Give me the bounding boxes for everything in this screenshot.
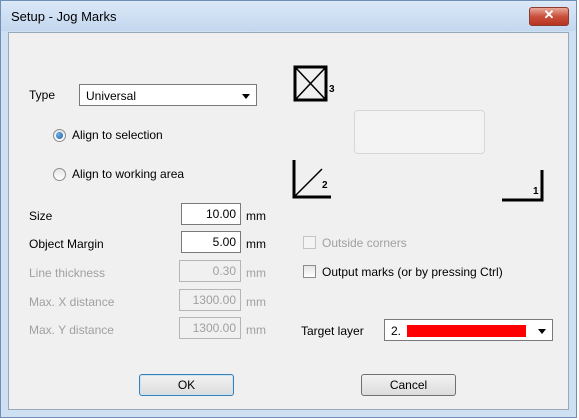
output-marks-checkbox[interactable] [303, 265, 316, 278]
window-title: Setup - Jog Marks [11, 9, 117, 24]
line-thickness-input: 0.30 [179, 260, 241, 282]
target-layer-label: Target layer [301, 324, 364, 338]
chevron-down-icon [538, 329, 546, 334]
line-thickness-unit: mm [246, 266, 266, 280]
output-marks-label[interactable]: Output marks (or by pressing Ctrl) [322, 265, 503, 279]
ok-button[interactable]: OK [139, 374, 234, 396]
object-margin-input[interactable]: 5.00 [181, 231, 241, 253]
align-selection-radio[interactable] [53, 129, 66, 142]
align-working-area-radio[interactable] [53, 168, 66, 181]
size-unit: mm [246, 209, 266, 223]
type-select[interactable]: Universal [79, 84, 257, 106]
jog-mark-2-icon: 2 [292, 160, 331, 199]
max-y-input: 1300.00 [179, 317, 241, 339]
max-x-unit: mm [246, 295, 266, 309]
object-margin-unit: mm [246, 237, 266, 251]
chevron-down-icon [242, 94, 250, 99]
object-margin-label: Object Margin [29, 237, 104, 251]
align-selection-label[interactable]: Align to selection [72, 128, 163, 142]
jog-mark-1-number: 1 [533, 186, 539, 197]
jog-mark-1-icon: 1 [502, 170, 544, 202]
size-label: Size [29, 209, 53, 223]
max-y-unit: mm [246, 323, 266, 337]
close-icon: ✕ [543, 7, 555, 22]
jog-mark-3-number: 3 [329, 84, 335, 95]
cancel-button[interactable]: Cancel [361, 374, 456, 396]
type-select-value: Universal [86, 89, 137, 103]
max-x-label: Max. X distance [29, 295, 115, 309]
target-layer-value: 2. [391, 324, 402, 338]
max-y-label: Max. Y distance [29, 323, 114, 337]
mark-preview-box [354, 110, 485, 154]
close-button[interactable]: ✕ [529, 7, 569, 26]
dialog-body: Type Universal Align to selection Align … [8, 32, 569, 410]
layer-color-swatch [407, 325, 526, 337]
jog-mark-2-number: 2 [322, 180, 328, 191]
jog-mark-3-icon: 3 [293, 65, 335, 102]
type-label: Type [29, 88, 56, 102]
outside-corners-checkbox[interactable] [303, 236, 316, 249]
max-x-input: 1300.00 [179, 289, 241, 311]
target-layer-select[interactable]: 2. [384, 319, 553, 341]
size-input[interactable]: 10.00 [181, 203, 241, 225]
outside-corners-label: Outside corners [322, 236, 407, 250]
title-bar[interactable]: Setup - Jog Marks ✕ [1, 1, 576, 31]
align-working-area-label[interactable]: Align to working area [72, 167, 184, 181]
dialog-window: Setup - Jog Marks ✕ Type Universal Align… [0, 0, 577, 418]
line-thickness-label: Line thickness [29, 266, 106, 280]
